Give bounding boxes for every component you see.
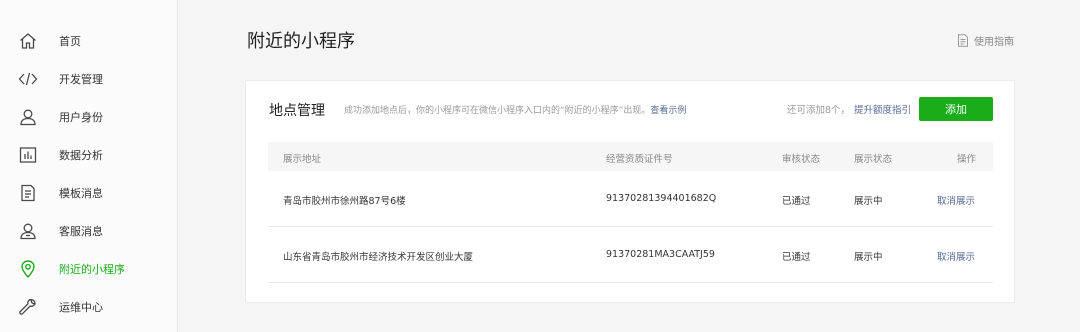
column-header-license: 经营资质证件号	[606, 154, 673, 165]
cell-address: 青岛市胶州市徐州路87号6楼	[283, 196, 406, 207]
code-icon	[18, 69, 38, 89]
add-button[interactable]: 添加	[919, 97, 993, 121]
column-header-address: 展示地址	[283, 154, 322, 165]
user-icon	[18, 107, 38, 127]
column-header-action: 操作	[957, 154, 977, 165]
sidebar-item-label: 附近的小程序	[59, 263, 125, 276]
cell-display-status: 展示中	[854, 196, 883, 207]
card-description: 成功添加地点后，你的小程序可在微信小程序入口内的“附近的小程序”出现。查看示例	[344, 103, 686, 116]
sidebar-item-label: 首页	[59, 35, 81, 48]
view-example-link[interactable]: 查看示例	[650, 106, 686, 116]
document-icon	[18, 183, 38, 203]
cell-license: 91370281394401682Q	[606, 193, 717, 204]
cancel-display-link[interactable]: 取消展示	[937, 193, 975, 207]
location-pin-icon	[18, 259, 38, 279]
cell-review-status: 已通过	[782, 252, 811, 263]
wrench-icon	[18, 297, 38, 317]
location-management-card: 地点管理 成功添加地点后，你的小程序可在微信小程序入口内的“附近的小程序”出现。…	[245, 80, 1015, 303]
quota-text: 还可添加8个，	[787, 105, 851, 116]
usage-guide-link[interactable]: 使用指南	[957, 33, 1014, 48]
bar-chart-icon	[18, 145, 38, 165]
sidebar-item-customer-service[interactable]: 客服消息	[0, 212, 178, 250]
sidebar-item-data-analysis[interactable]: 数据分析	[0, 136, 178, 174]
sidebar-item-dev-management[interactable]: 开发管理	[0, 60, 178, 98]
table-row: 山东省青岛市胶州市经济技术开发区创业大厦 91370281MA3CAATJ59 …	[268, 227, 993, 283]
cancel-display-link[interactable]: 取消展示	[937, 249, 975, 263]
sidebar-item-label: 开发管理	[59, 73, 103, 86]
home-icon	[18, 31, 38, 51]
document-icon	[958, 34, 968, 47]
sidebar-item-template-message[interactable]: 模板消息	[0, 174, 178, 212]
sidebar-item-ops-center[interactable]: 运维中心	[0, 288, 178, 326]
cell-address: 山东省青岛市胶州市经济技术开发区创业大厦	[283, 252, 474, 263]
page-title: 附近的小程序	[247, 31, 355, 52]
raise-quota-guide-link[interactable]: 提升额度指引	[854, 102, 911, 116]
sidebar-item-label: 客服消息	[59, 225, 103, 238]
sidebar-item-label: 数据分析	[59, 149, 103, 162]
sidebar-item-label: 运维中心	[59, 301, 103, 314]
sidebar: 首页 开发管理 用户身份 数据分析 模板消息 客服消息 附近的小程序 运维中心	[0, 0, 178, 332]
column-header-display-status: 展示状态	[854, 154, 893, 165]
sidebar-item-user-identity[interactable]: 用户身份	[0, 98, 178, 136]
sidebar-item-label: 模板消息	[59, 187, 103, 200]
sidebar-item-label: 用户身份	[59, 111, 103, 124]
card-description-text: 成功添加地点后，你的小程序可在微信小程序入口内的“附近的小程序”出现。	[344, 106, 651, 116]
table-header: 展示地址 经营资质证件号 审核状态 展示状态 操作	[268, 142, 993, 171]
sidebar-item-nearby-mini-programs[interactable]: 附近的小程序	[0, 250, 178, 288]
column-header-review-status: 审核状态	[782, 154, 821, 165]
card-title: 地点管理	[269, 103, 325, 119]
cell-display-status: 展示中	[854, 252, 883, 263]
cell-review-status: 已通过	[782, 196, 811, 207]
service-user-icon	[18, 221, 38, 241]
cell-license: 91370281MA3CAATJ59	[606, 249, 715, 260]
table-row: 青岛市胶州市徐州路87号6楼 91370281394401682Q 已通过 展示…	[268, 171, 993, 227]
sidebar-item-home[interactable]: 首页	[0, 22, 178, 60]
usage-guide-label: 使用指南	[974, 37, 1014, 48]
